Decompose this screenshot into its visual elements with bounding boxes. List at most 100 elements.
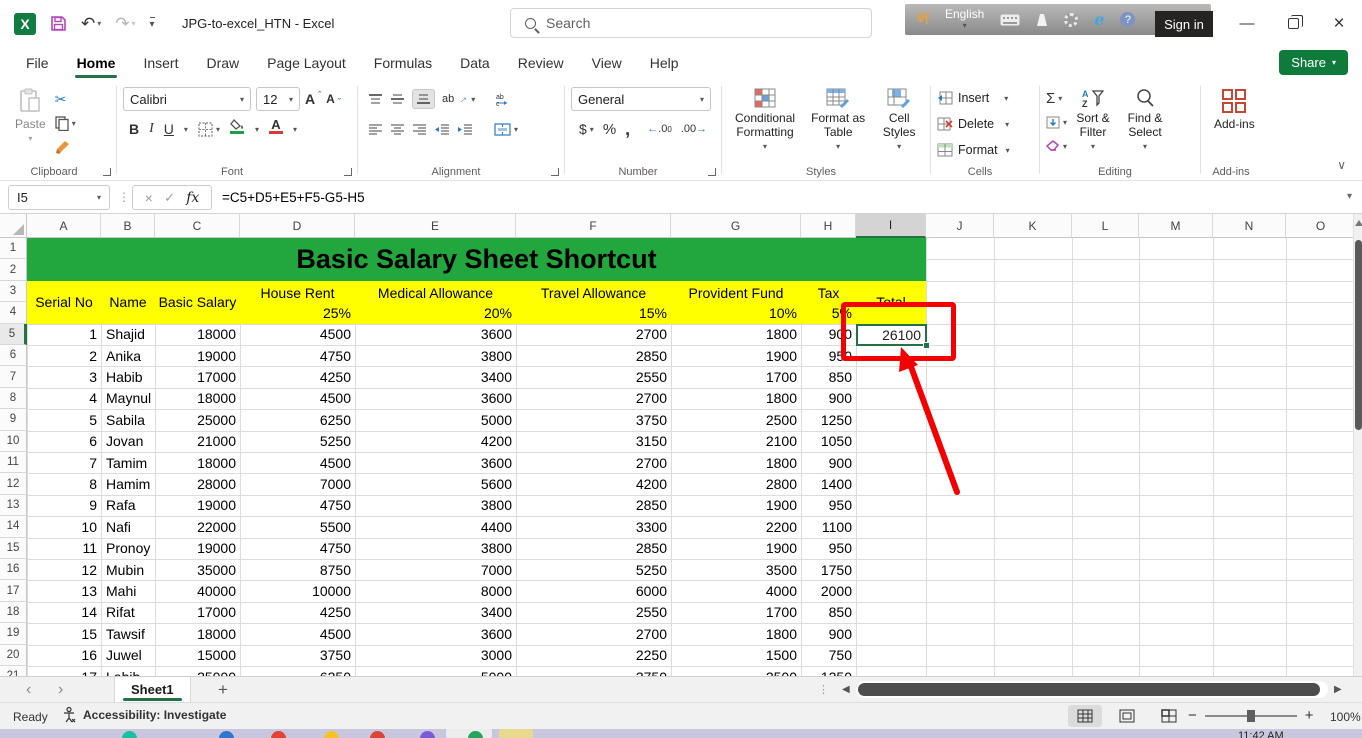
align-center-button[interactable]: [390, 119, 405, 139]
cell-A19[interactable]: 15: [27, 623, 101, 644]
name-box[interactable]: I5 ▾: [8, 185, 110, 210]
cell-H15[interactable]: 950: [801, 538, 856, 559]
cell-C13[interactable]: 19000: [155, 495, 240, 516]
keyboard-icon[interactable]: [1000, 14, 1020, 26]
collapse-ribbon-button[interactable]: ∨: [1337, 158, 1346, 172]
cell-C11[interactable]: 18000: [155, 452, 240, 473]
header-tax[interactable]: Tax: [801, 281, 856, 302]
cell-C19[interactable]: 18000: [155, 623, 240, 644]
align-right-button[interactable]: [412, 119, 427, 139]
cell-H20[interactable]: 750: [801, 645, 856, 666]
row-header-3[interactable]: 3: [0, 280, 27, 303]
scroll-left-icon[interactable]: ◀: [842, 684, 850, 695]
borders-button[interactable]: ▾: [198, 119, 220, 139]
ime-tool-icon[interactable]: [1036, 13, 1048, 27]
page-break-view-button[interactable]: [1152, 705, 1186, 727]
bottom-align-button[interactable]: [412, 89, 435, 109]
cell-E8[interactable]: 3600: [355, 388, 516, 409]
cell-E12[interactable]: 5600: [355, 473, 516, 494]
cell-H13[interactable]: 950: [801, 495, 856, 516]
number-format-select[interactable]: General ▾: [571, 87, 711, 111]
redo-button[interactable]: ↷ ▾: [115, 14, 135, 34]
sign-in-button[interactable]: Sign in: [1155, 11, 1213, 37]
cell-G19[interactable]: 1800: [671, 623, 801, 644]
cell-E19[interactable]: 3600: [355, 623, 516, 644]
cell-H21[interactable]: 1250: [801, 666, 856, 676]
paste-button[interactable]: Paste ▾: [8, 84, 53, 162]
column-header-D[interactable]: D: [240, 214, 355, 238]
header-pct-20%[interactable]: 20%: [355, 302, 516, 323]
header-provident-fund[interactable]: Provident Fund: [671, 281, 801, 302]
cell-G18[interactable]: 1700: [671, 602, 801, 623]
header-name[interactable]: Name: [101, 281, 155, 324]
cell-B5[interactable]: Shajid: [101, 324, 155, 345]
cell-F12[interactable]: 4200: [516, 473, 671, 494]
font-dialog-launcher[interactable]: [344, 168, 352, 176]
insert-function-button[interactable]: fx: [186, 190, 199, 206]
expand-formula-bar-button[interactable]: ▾: [1347, 191, 1352, 202]
cell-A18[interactable]: 14: [27, 602, 101, 623]
prev-sheet-button[interactable]: ‹: [26, 677, 31, 703]
cell-G17[interactable]: 4000: [671, 580, 801, 601]
increase-decimal-button[interactable]: ← .0 0: [647, 123, 672, 135]
increase-indent-button[interactable]: [457, 119, 473, 139]
cell-C21[interactable]: 25000: [155, 666, 240, 676]
cell-D9[interactable]: 6250: [240, 409, 355, 430]
conditional-formatting-button[interactable]: Conditional Formatting ▾: [728, 84, 802, 162]
row-header-1[interactable]: 1: [0, 238, 27, 260]
cell-C5[interactable]: 18000: [155, 324, 240, 345]
cell-F16[interactable]: 5250: [516, 559, 671, 580]
row-header-12[interactable]: 12: [0, 473, 27, 495]
tab-home[interactable]: Home: [63, 47, 130, 78]
cell-G10[interactable]: 2100: [671, 431, 801, 452]
cell-B19[interactable]: Tawsif: [101, 623, 155, 644]
minimize-button[interactable]: —: [1224, 0, 1270, 47]
fill-button[interactable]: ▾: [1046, 112, 1067, 132]
browser-icon[interactable]: e: [1094, 10, 1104, 29]
cell-C15[interactable]: 19000: [155, 538, 240, 559]
customize-qat-button[interactable]: ▾: [149, 17, 155, 30]
column-header-F[interactable]: F: [516, 214, 671, 238]
orientation-button[interactable]: ab → ▾: [442, 89, 475, 109]
restore-button[interactable]: [1270, 0, 1316, 47]
share-button[interactable]: Share ▾: [1279, 50, 1348, 75]
cell-E11[interactable]: 3600: [355, 452, 516, 473]
cell-C12[interactable]: 28000: [155, 473, 240, 494]
cell-B11[interactable]: Tamim: [101, 452, 155, 473]
cell-H7[interactable]: 850: [801, 366, 856, 387]
cell-F17[interactable]: 6000: [516, 580, 671, 601]
row-header-20[interactable]: 20: [0, 644, 27, 666]
row-header-14[interactable]: 14: [0, 516, 27, 538]
cell-C8[interactable]: 18000: [155, 388, 240, 409]
wrap-text-button[interactable]: ab c: [496, 89, 512, 109]
header-pct-10%[interactable]: 10%: [671, 302, 801, 323]
cell-A13[interactable]: 9: [27, 495, 101, 516]
cell-B21[interactable]: Labib: [101, 666, 155, 676]
cell-F9[interactable]: 3750: [516, 409, 671, 430]
font-color-button[interactable]: A: [268, 118, 283, 139]
row-header-5[interactable]: 5: [0, 323, 27, 345]
find-select-button[interactable]: Find & Select ▾: [1119, 84, 1171, 162]
sort-filter-button[interactable]: AZ Sort & Filter ▾: [1067, 84, 1119, 162]
format-as-table-button[interactable]: Format as Table ▾: [802, 84, 874, 162]
zoom-in-button[interactable]: +: [1305, 707, 1314, 724]
cell-E21[interactable]: 5000: [355, 666, 516, 676]
cell-A15[interactable]: 11: [27, 538, 101, 559]
header-pct-25%[interactable]: 25%: [240, 302, 355, 323]
cell-A17[interactable]: 13: [27, 580, 101, 601]
insert-cells-button[interactable]: Insert ▾: [937, 86, 1033, 110]
ime-icon[interactable]: ল: [917, 6, 929, 33]
cell-F5[interactable]: 2700: [516, 324, 671, 345]
cell-B7[interactable]: Habib: [101, 366, 155, 387]
cell-B16[interactable]: Mubin: [101, 559, 155, 580]
cell-B18[interactable]: Rifat: [101, 602, 155, 623]
cell-G8[interactable]: 1800: [671, 388, 801, 409]
cell-D14[interactable]: 5500: [240, 516, 355, 537]
cell-C14[interactable]: 22000: [155, 516, 240, 537]
cancel-entry-button[interactable]: ×: [145, 190, 153, 206]
column-header-O[interactable]: O: [1286, 214, 1353, 238]
font-name-select[interactable]: Calibri ▾: [123, 87, 251, 111]
cell-C9[interactable]: 25000: [155, 409, 240, 430]
tab-insert[interactable]: Insert: [129, 47, 192, 78]
middle-align-button[interactable]: [390, 89, 405, 109]
